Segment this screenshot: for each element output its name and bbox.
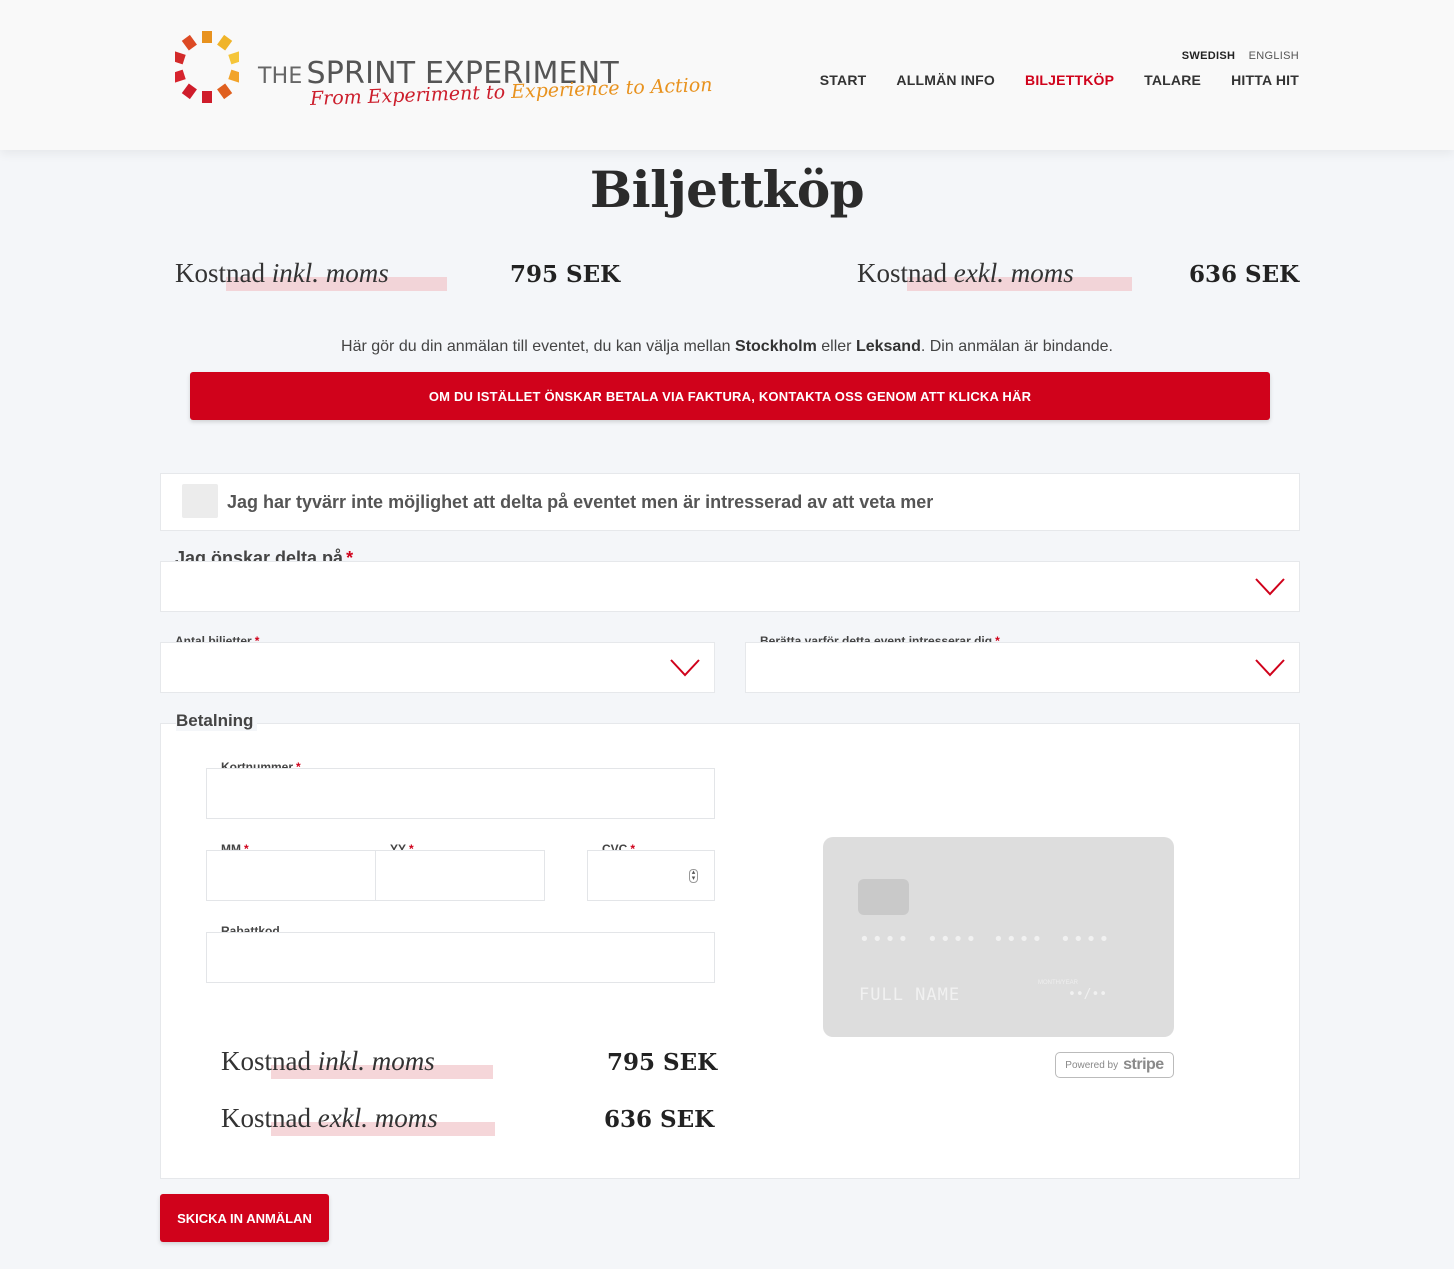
card-chip-icon bbox=[858, 879, 909, 915]
stripe-badge[interactable]: Powered by stripe bbox=[1055, 1052, 1174, 1078]
price-excl-label: Kostnad exkl. moms bbox=[857, 258, 1074, 289]
reason-select[interactable] bbox=[745, 642, 1300, 693]
main-nav: START ALLMÄN INFO BILJETTKÖP TALARE HITT… bbox=[820, 72, 1299, 88]
card-valid-thru: MONTH/YEAR bbox=[1038, 980, 1078, 987]
cvc-input[interactable]: ▴ ▾ bbox=[587, 850, 715, 901]
summary-excl-label: Kostnad exkl. moms bbox=[221, 1103, 438, 1134]
nav-talare[interactable]: TALARE bbox=[1144, 72, 1201, 88]
card-month-year: MONTH/YEAR bbox=[1038, 980, 1079, 986]
summary-excl-value: 636 SEK bbox=[604, 1106, 715, 1133]
card-number-group: •••• bbox=[993, 929, 1045, 950]
card-preview: •••• •••• •••• •••• FULL NAME MONTH/YEAR… bbox=[823, 837, 1174, 1037]
chevron-down-icon bbox=[1255, 659, 1285, 677]
yy-input[interactable] bbox=[375, 850, 545, 901]
discount-code-input[interactable] bbox=[206, 932, 715, 983]
tagline-part: Action bbox=[650, 73, 713, 99]
event-select[interactable] bbox=[160, 561, 1300, 612]
tagline-part: Experience bbox=[510, 77, 620, 103]
tagline-part: to bbox=[485, 81, 506, 104]
not-attending-label[interactable]: Jag har tyvärr inte möjlighet att delta … bbox=[227, 492, 933, 513]
tagline-part: to bbox=[625, 76, 646, 99]
stripe-powered-by: Powered by bbox=[1065, 1059, 1119, 1071]
excl-vat-text: exkl. moms bbox=[317, 1103, 438, 1133]
card-number-input[interactable] bbox=[206, 768, 715, 819]
card-number-group: •••• bbox=[927, 929, 979, 950]
chevron-down-icon bbox=[670, 659, 700, 677]
tagline-part: From Experiment bbox=[309, 82, 481, 110]
intro-part: . Din anmälan är bindande. bbox=[920, 338, 1113, 355]
incl-vat-text: inkl. moms bbox=[317, 1046, 435, 1076]
card-number-group: •••• bbox=[859, 929, 911, 950]
nav-allman-info[interactable]: ALLMÄN INFO bbox=[896, 72, 995, 88]
chevron-down-icon bbox=[1255, 578, 1285, 596]
price-excl-value: 636 SEK bbox=[1189, 261, 1300, 288]
invoice-contact-button[interactable]: OM DU ISTÄLLET ÖNSKAR BETALA VIA FAKTURA… bbox=[190, 372, 1270, 420]
nav-start[interactable]: START bbox=[820, 72, 867, 88]
lang-swedish[interactable]: SWEDISH bbox=[1182, 50, 1235, 62]
language-switcher: SWEDISH ENGLISH bbox=[1172, 50, 1299, 62]
card-number-group: •••• bbox=[1060, 929, 1112, 950]
incl-vat-text: inkl. moms bbox=[271, 258, 389, 288]
site-header: THE SPRINT EXPERIMENT From Experiment to … bbox=[0, 0, 1454, 150]
stepper-icon[interactable]: ▴ ▾ bbox=[689, 869, 698, 883]
cost-prefix: Kostnad bbox=[221, 1046, 311, 1076]
price-incl-value: 795 SEK bbox=[510, 261, 621, 288]
price-incl-label: Kostnad inkl. moms bbox=[175, 258, 389, 289]
tickets-select[interactable] bbox=[160, 642, 715, 693]
intro-city: Leksand bbox=[855, 338, 921, 355]
lang-english[interactable]: ENGLISH bbox=[1249, 50, 1299, 62]
intro-text: Här gör du din anmälan till eventet, du … bbox=[0, 338, 1454, 356]
brand-prefix: THE bbox=[258, 64, 303, 89]
page-title: Biljettköp bbox=[589, 160, 865, 219]
intro-city: Stockholm bbox=[735, 338, 817, 355]
mm-input[interactable] bbox=[206, 850, 376, 901]
card-expiry: ••/•• bbox=[1068, 987, 1108, 1002]
not-attending-option[interactable]: Jag har tyvärr inte möjlighet att delta … bbox=[160, 473, 1300, 531]
not-attending-checkbox[interactable] bbox=[182, 484, 218, 518]
stripe-logo: stripe bbox=[1123, 1056, 1164, 1073]
payment-legend: Betalning bbox=[176, 711, 258, 731]
sprint-logo-icon[interactable] bbox=[175, 30, 239, 104]
cost-prefix: Kostnad bbox=[857, 258, 947, 288]
intro-part: eller bbox=[816, 338, 856, 355]
nav-biljettkop[interactable]: BILJETTKÖP bbox=[1025, 72, 1114, 88]
nav-hitta-hit[interactable]: HITTA HIT bbox=[1231, 72, 1299, 88]
intro-part: Här gör du din anmälan till eventet, du … bbox=[341, 338, 736, 355]
cost-prefix: Kostnad bbox=[221, 1103, 311, 1133]
summary-incl-label: Kostnad inkl. moms bbox=[221, 1046, 435, 1077]
submit-registration-button[interactable]: SKICKA IN ANMÄLAN bbox=[160, 1194, 329, 1242]
summary-incl-value: 795 SEK bbox=[607, 1049, 718, 1076]
card-name: FULL NAME bbox=[859, 985, 961, 1005]
excl-vat-text: exkl. moms bbox=[953, 258, 1074, 288]
cost-prefix: Kostnad bbox=[175, 258, 265, 288]
